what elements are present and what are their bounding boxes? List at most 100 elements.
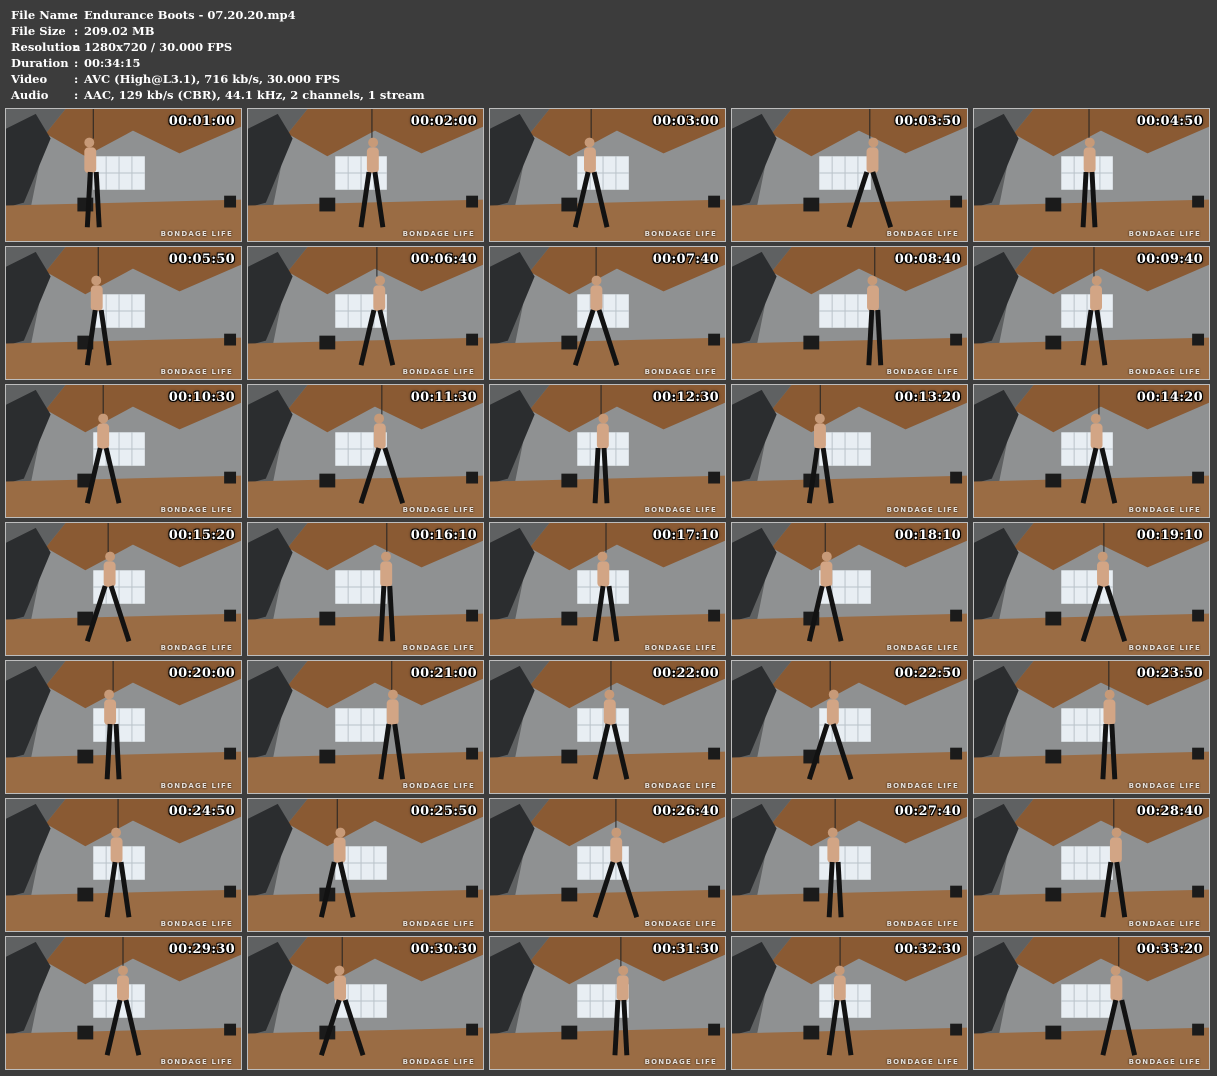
info-separator: : [74, 72, 79, 86]
video-thumbnail[interactable]: 00:13:20 BONDAGE LIFE [731, 384, 968, 518]
video-thumbnail[interactable]: 00:05:50 BONDAGE LIFE [5, 246, 242, 380]
video-thumbnail[interactable]: 00:22:50 BONDAGE LIFE [731, 660, 968, 794]
info-row: Resolution:1280x720 / 30.000 FPS [11, 39, 425, 55]
thumbnail-timestamp: 00:13:20 [894, 390, 961, 405]
video-thumbnail[interactable]: 00:15:20 BONDAGE LIFE [5, 522, 242, 656]
thumbnail-timestamp: 00:06:40 [410, 252, 477, 267]
video-thumbnail[interactable]: 00:10:30 BONDAGE LIFE [5, 384, 242, 518]
watermark-logo: BONDAGE LIFE [160, 920, 233, 928]
watermark-logo: BONDAGE LIFE [886, 644, 959, 652]
info-separator: : [74, 8, 79, 22]
video-thumbnail[interactable]: 00:11:30 BONDAGE LIFE [247, 384, 484, 518]
info-value: AVC (High@L3.1), 716 kb/s, 30.000 FPS [84, 72, 341, 86]
video-thumbnail[interactable]: 00:06:40 BONDAGE LIFE [247, 246, 484, 380]
thumbnail-timestamp: 00:15:20 [168, 528, 235, 543]
info-value: Endurance Boots - 07.20.20.mp4 [84, 8, 296, 22]
thumbnail-timestamp: 00:32:30 [894, 942, 961, 957]
video-thumbnail[interactable]: 00:25:50 BONDAGE LIFE [247, 798, 484, 932]
video-thumbnail[interactable]: 00:29:30 BONDAGE LIFE [5, 936, 242, 1070]
info-label: Duration [11, 56, 69, 70]
info-label: Video [11, 72, 48, 86]
thumbnail-timestamp: 00:28:40 [1136, 804, 1203, 819]
video-thumbnail[interactable]: 00:19:10 BONDAGE LIFE [973, 522, 1210, 656]
watermark-logo: BONDAGE LIFE [1128, 1058, 1201, 1066]
info-separator: : [74, 24, 79, 38]
video-thumbnail[interactable]: 00:21:00 BONDAGE LIFE [247, 660, 484, 794]
watermark-logo: BONDAGE LIFE [886, 506, 959, 514]
thumbnail-timestamp: 00:31:30 [652, 942, 719, 957]
video-thumbnail[interactable]: 00:07:40 BONDAGE LIFE [489, 246, 726, 380]
video-thumbnail[interactable]: 00:27:40 BONDAGE LIFE [731, 798, 968, 932]
watermark-logo: BONDAGE LIFE [160, 506, 233, 514]
thumbnail-timestamp: 00:04:50 [1136, 114, 1203, 129]
video-thumbnail[interactable]: 00:01:00 BONDAGE LIFE [5, 108, 242, 242]
info-row: Video: AVC (High@L3.1), 716 kb/s, 30.000 … [11, 71, 425, 87]
video-thumbnail[interactable]: 00:32:30 BONDAGE LIFE [731, 936, 968, 1070]
info-row: File Name: Endurance Boots - 07.20.20.mp4 [11, 7, 425, 23]
info-label: Audio [11, 88, 49, 102]
watermark-logo: BONDAGE LIFE [160, 230, 233, 238]
info-value: AAC, 129 kb/s (CBR), 44.1 kHz, 2 channel… [84, 88, 425, 102]
watermark-logo: BONDAGE LIFE [886, 782, 959, 790]
watermark-logo: BONDAGE LIFE [402, 506, 475, 514]
video-thumbnail[interactable]: 00:30:30 BONDAGE LIFE [247, 936, 484, 1070]
watermark-logo: BONDAGE LIFE [402, 782, 475, 790]
thumbnail-timestamp: 00:14:20 [1136, 390, 1203, 405]
video-thumbnail[interactable]: 00:20:00 BONDAGE LIFE [5, 660, 242, 794]
video-thumbnail[interactable]: 00:17:10 BONDAGE LIFE [489, 522, 726, 656]
video-thumbnail[interactable]: 00:24:50 BONDAGE LIFE [5, 798, 242, 932]
video-thumbnail[interactable]: 00:18:10 BONDAGE LIFE [731, 522, 968, 656]
thumbnail-timestamp: 00:23:50 [1136, 666, 1203, 681]
info-separator: : [74, 88, 79, 102]
video-thumbnail[interactable]: 00:31:30 BONDAGE LIFE [489, 936, 726, 1070]
video-thumbnail[interactable]: 00:33:20 BONDAGE LIFE [973, 936, 1210, 1070]
info-separator: : [74, 56, 79, 70]
thumbnail-timestamp: 00:29:30 [168, 942, 235, 957]
video-thumbnail[interactable]: 00:03:00 BONDAGE LIFE [489, 108, 726, 242]
thumbnail-timestamp: 00:18:10 [894, 528, 961, 543]
video-thumbnail[interactable]: 00:22:00 BONDAGE LIFE [489, 660, 726, 794]
watermark-logo: BONDAGE LIFE [1128, 368, 1201, 376]
info-value: 1280x720 / 30.000 FPS [84, 40, 233, 54]
watermark-logo: BONDAGE LIFE [644, 644, 717, 652]
watermark-logo: BONDAGE LIFE [1128, 644, 1201, 652]
thumbnail-timestamp: 00:27:40 [894, 804, 961, 819]
thumbnail-timestamp: 00:12:30 [652, 390, 719, 405]
video-thumbnail[interactable]: 00:26:40 BONDAGE LIFE [489, 798, 726, 932]
watermark-logo: BONDAGE LIFE [402, 1058, 475, 1066]
video-thumbnail[interactable]: 00:28:40 BONDAGE LIFE [973, 798, 1210, 932]
thumbnail-timestamp: 00:30:30 [410, 942, 477, 957]
watermark-logo: BONDAGE LIFE [402, 644, 475, 652]
watermark-logo: BONDAGE LIFE [402, 920, 475, 928]
watermark-logo: BONDAGE LIFE [160, 644, 233, 652]
watermark-logo: BONDAGE LIFE [644, 230, 717, 238]
info-separator: : [74, 40, 79, 54]
thumbnail-timestamp: 00:22:00 [652, 666, 719, 681]
video-thumbnail[interactable]: 00:09:40 BONDAGE LIFE [973, 246, 1210, 380]
watermark-logo: BONDAGE LIFE [402, 230, 475, 238]
thumbnail-timestamp: 00:25:50 [410, 804, 477, 819]
video-thumbnail[interactable]: 00:14:20 BONDAGE LIFE [973, 384, 1210, 518]
video-thumbnail[interactable]: 00:04:50 BONDAGE LIFE [973, 108, 1210, 242]
file-info-panel: File Name: Endurance Boots - 07.20.20.mp4… [11, 7, 425, 103]
watermark-logo: BONDAGE LIFE [1128, 230, 1201, 238]
video-thumbnail[interactable]: 00:08:40 BONDAGE LIFE [731, 246, 968, 380]
watermark-logo: BONDAGE LIFE [644, 920, 717, 928]
video-thumbnail[interactable]: 00:23:50 BONDAGE LIFE [973, 660, 1210, 794]
thumbnail-timestamp: 00:07:40 [652, 252, 719, 267]
thumbnail-timestamp: 00:16:10 [410, 528, 477, 543]
thumbnail-timestamp: 00:22:50 [894, 666, 961, 681]
video-thumbnail[interactable]: 00:03:50 BONDAGE LIFE [731, 108, 968, 242]
thumbnail-timestamp: 00:17:10 [652, 528, 719, 543]
info-row: Duration:00:34:15 [11, 55, 425, 71]
thumbnail-timestamp: 00:01:00 [168, 114, 235, 129]
thumbnail-timestamp: 00:03:00 [652, 114, 719, 129]
watermark-logo: BONDAGE LIFE [1128, 782, 1201, 790]
video-thumbnail[interactable]: 00:12:30 BONDAGE LIFE [489, 384, 726, 518]
video-thumbnail[interactable]: 00:02:00 BONDAGE LIFE [247, 108, 484, 242]
thumbnail-timestamp: 00:26:40 [652, 804, 719, 819]
video-thumbnail[interactable]: 00:16:10 BONDAGE LIFE [247, 522, 484, 656]
info-row: File Size:209.02 MB [11, 23, 425, 39]
watermark-logo: BONDAGE LIFE [886, 368, 959, 376]
thumbnail-timestamp: 00:19:10 [1136, 528, 1203, 543]
